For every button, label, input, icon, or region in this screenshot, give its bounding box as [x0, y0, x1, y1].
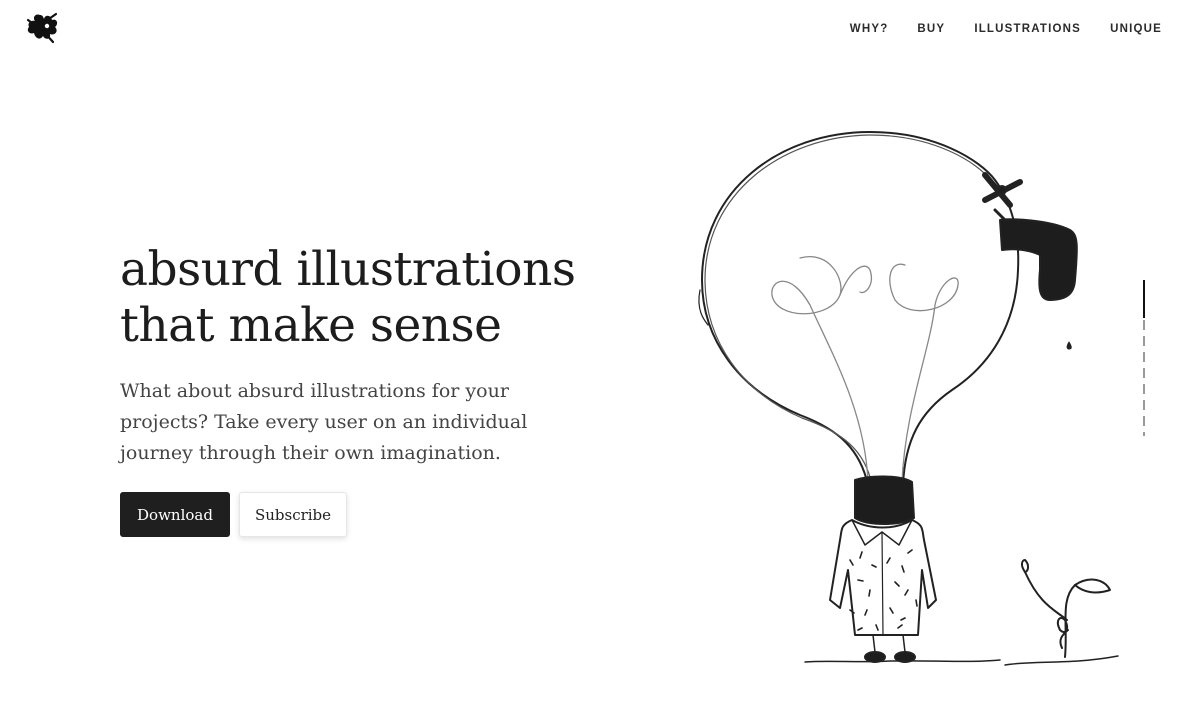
hero-buttons: Download Subscribe: [120, 492, 347, 537]
scroll-indicator-thumb[interactable]: [1143, 280, 1145, 318]
hero-title: absurd illustrations that make sense: [120, 242, 640, 354]
hero-title-line-1: absurd illustrations: [120, 242, 576, 297]
hero-title-line-2: that make sense: [120, 298, 502, 353]
nav-illustrations[interactable]: ILLUSTRATIONS: [974, 23, 1081, 35]
download-button[interactable]: Download: [120, 492, 230, 537]
scroll-indicator-track: [1143, 320, 1145, 436]
lightbulb-person-illustration: [698, 131, 1119, 666]
hero-description: What about absurd illustrations for your…: [120, 380, 528, 464]
nav-buy[interactable]: BUY: [917, 23, 945, 35]
logo-icon[interactable]: [26, 12, 62, 44]
nav-why[interactable]: WHY?: [850, 23, 889, 35]
subscribe-button[interactable]: Subscribe: [239, 492, 347, 537]
nav-unique[interactable]: UNIQUE: [1110, 23, 1162, 35]
hero-section: absurd illustrations that make sense Wha…: [120, 242, 640, 469]
scroll-indicator[interactable]: [1140, 280, 1148, 440]
main-nav: WHY? BUY ILLUSTRATIONS UNIQUE: [850, 23, 1162, 35]
